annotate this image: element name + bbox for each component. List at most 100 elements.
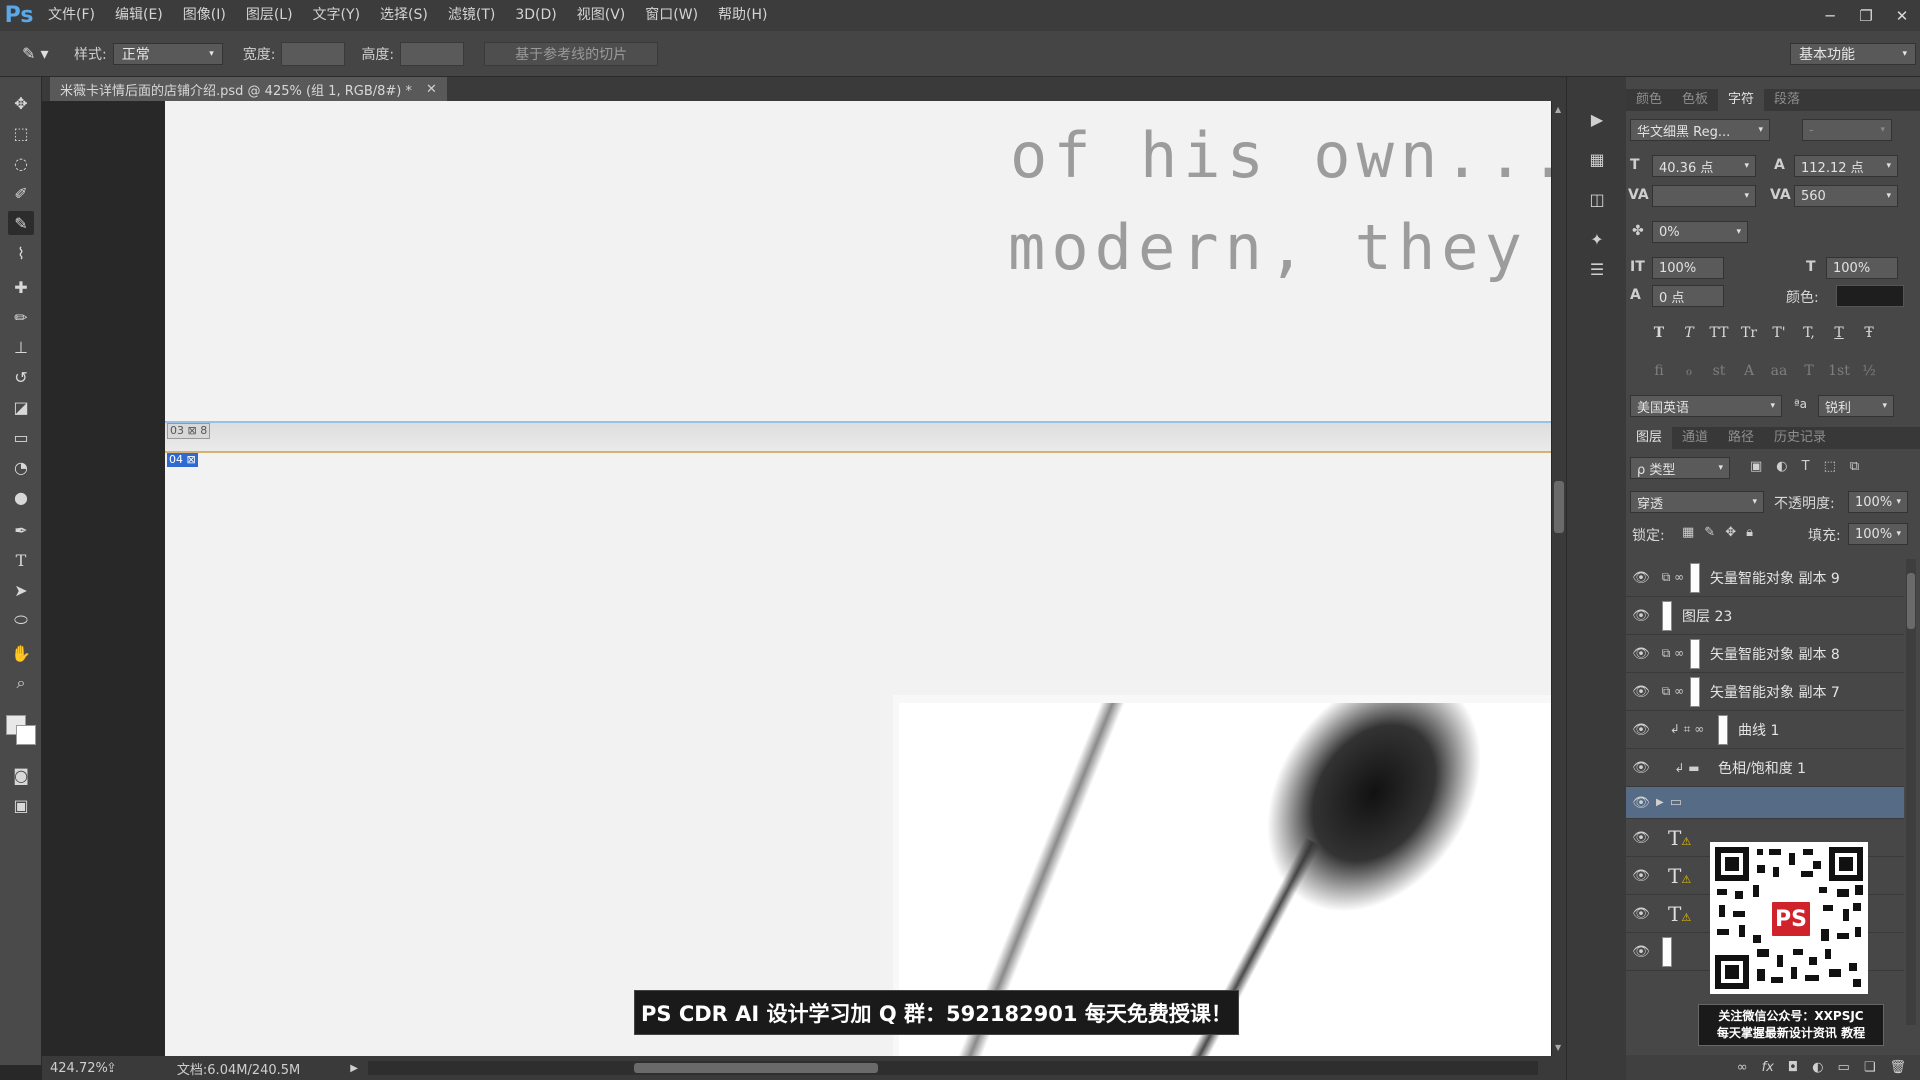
scroll-down-icon[interactable]: ▼ — [1555, 1043, 1561, 1052]
text-color-swatch[interactable] — [1836, 285, 1904, 307]
swash-button[interactable]: A — [1734, 363, 1764, 379]
scroll-up-icon[interactable]: ▲ — [1555, 105, 1561, 114]
new-group-icon[interactable]: ▭ — [1838, 1060, 1850, 1075]
eye-icon[interactable]: 👁︎ — [1626, 760, 1656, 776]
stamp-tool-icon[interactable]: ⊥ — [8, 335, 34, 359]
horizontal-scale-field[interactable]: 100% — [1826, 257, 1898, 279]
screen-mode-icon[interactable]: ▣ — [8, 793, 34, 817]
document-canvas[interactable]: of his own... modern, they 03 ⊠ 8 04 ⊠ — [165, 101, 1551, 1056]
tab-channels[interactable]: 通道 — [1672, 427, 1718, 449]
dodge-tool-icon[interactable]: ● — [8, 485, 34, 509]
opacity-field[interactable]: 100% ▾ — [1848, 491, 1908, 513]
filter-adjustment-icon[interactable]: ◐ — [1776, 459, 1787, 474]
quick-select-tool-icon[interactable]: ✐ — [8, 181, 34, 205]
fill-field[interactable]: 100% ▾ — [1848, 523, 1908, 545]
minimize-button[interactable]: ─ — [1812, 0, 1848, 31]
menu-help[interactable]: 帮助(H) — [708, 0, 777, 31]
height-input[interactable] — [400, 41, 465, 66]
ligatures-button[interactable]: fi — [1644, 363, 1674, 379]
font-family-select[interactable]: 华文细黑 Reg... ▾ — [1630, 119, 1770, 141]
titling-button[interactable]: T — [1794, 363, 1824, 379]
lock-transparency-icon[interactable]: ▦ — [1682, 525, 1694, 540]
menu-image[interactable]: 图像(I) — [173, 0, 236, 31]
menu-file[interactable]: 文件(F) — [38, 0, 105, 31]
link-layers-icon[interactable]: ∞ — [1737, 1060, 1748, 1075]
document-tab[interactable]: 米薇卡详情后面的店铺介绍.psd @ 425% (组 1, RGB/8#) * … — [50, 77, 447, 101]
color-swatches[interactable] — [4, 701, 40, 745]
blend-mode-select[interactable]: 穿透 ▾ — [1630, 491, 1764, 513]
contextual-alternates-button[interactable]: ℴ — [1674, 363, 1704, 379]
filter-type-icon[interactable]: T — [1802, 459, 1810, 474]
horizontal-scroll-thumb[interactable] — [634, 1063, 878, 1073]
filter-shape-icon[interactable]: ⬚ — [1824, 459, 1836, 474]
tab-swatches[interactable]: 色板 — [1672, 89, 1718, 111]
quick-mask-icon[interactable]: ◙ — [8, 763, 34, 787]
menu-layer[interactable]: 图层(L) — [236, 0, 303, 31]
layer-row[interactable]: 👁︎ ⧉ ∞ 矢量智能对象 副本 8 — [1626, 635, 1904, 673]
eye-icon[interactable]: 👁︎ — [1626, 906, 1656, 922]
layers-scrollbar[interactable] — [1906, 559, 1916, 1025]
zoom-tool-icon[interactable]: ⌕ — [8, 671, 34, 695]
menu-edit[interactable]: 编辑(E) — [105, 0, 173, 31]
close-icon[interactable]: ✕ — [426, 82, 437, 97]
delete-layer-icon[interactable]: 🗑︎ — [1889, 1060, 1906, 1075]
font-style-select[interactable]: - ▾ — [1802, 119, 1892, 141]
stylistic-alternates-button[interactable]: aa — [1764, 363, 1794, 379]
eye-icon[interactable]: 👁︎ — [1626, 646, 1656, 662]
gradient-tool-icon[interactable]: ▭ — [8, 425, 34, 449]
horizontal-scrollbar[interactable] — [368, 1061, 1538, 1075]
ordinals-button[interactable]: 1st — [1824, 363, 1854, 379]
layer-row[interactable]: 👁︎ ↲ ▬ 色相/饱和度 1 — [1626, 749, 1904, 787]
eye-icon[interactable]: 👁︎ — [1626, 722, 1656, 738]
play-icon[interactable]: ▶ — [1585, 107, 1609, 131]
tsume-field[interactable]: 0% ▾ — [1652, 221, 1748, 243]
export-icon[interactable]: ⇪ — [106, 1061, 117, 1076]
leading-field[interactable]: 112.12 点 ▾ — [1794, 155, 1898, 177]
layers-scroll-thumb[interactable] — [1907, 573, 1915, 629]
lock-all-icon[interactable]: 🔒︎ — [1746, 525, 1753, 540]
underline-button[interactable]: T — [1824, 325, 1854, 341]
vertical-scrollbar[interactable]: ▲ ▼ — [1552, 101, 1566, 1056]
antialias-select[interactable]: 锐利 ▾ — [1818, 395, 1894, 417]
path-select-tool-icon[interactable]: ➤ — [8, 578, 34, 602]
properties-icon[interactable]: ▦ — [1585, 147, 1609, 171]
tracking-field[interactable]: 560 ▾ — [1794, 185, 1898, 207]
status-menu-arrow-icon[interactable]: ▶ — [350, 1063, 358, 1074]
pen-tool-icon[interactable]: ✒ — [8, 518, 34, 542]
close-button[interactable]: ✕ — [1884, 0, 1920, 31]
tab-paragraph[interactable]: 段落 — [1764, 89, 1810, 111]
menu-window[interactable]: 窗口(W) — [635, 0, 708, 31]
eyedropper-tool-icon[interactable]: ⌇ — [8, 241, 34, 265]
tab-color[interactable]: 颜色 — [1626, 89, 1672, 111]
layer-row[interactable]: 👁︎ ↲ ⌗ ∞ 曲线 1 — [1626, 711, 1904, 749]
vertical-scroll-thumb[interactable] — [1554, 481, 1564, 533]
faux-bold-button[interactable]: T — [1644, 325, 1674, 341]
layer-row[interactable]: 👁︎ ▶ ▭ — [1626, 787, 1904, 819]
layer-style-icon[interactable]: fx — [1762, 1060, 1774, 1075]
tab-layers[interactable]: 图层 — [1626, 427, 1673, 449]
eye-icon[interactable]: 👁︎ — [1626, 868, 1656, 884]
hand-tool-icon[interactable]: ✋ — [8, 641, 34, 665]
eye-icon[interactable]: 👁︎ — [1626, 608, 1656, 624]
restore-button[interactable]: ❐ — [1848, 0, 1884, 31]
marquee-tool-icon[interactable]: ⬚ — [8, 121, 34, 145]
new-adjustment-icon[interactable]: ◐ — [1812, 1060, 1823, 1075]
blur-tool-icon[interactable]: ◔ — [8, 455, 34, 479]
tab-paths[interactable]: 路径 — [1718, 427, 1764, 449]
type-tool-icon[interactable]: T — [8, 548, 34, 572]
history-brush-icon[interactable]: ↺ — [8, 365, 34, 389]
language-select[interactable]: 美国英语 ▾ — [1630, 395, 1782, 417]
workspace-select[interactable]: 基本功能 ▾ — [1790, 43, 1916, 65]
lock-pixels-icon[interactable]: ✎ — [1704, 525, 1715, 540]
style-select[interactable]: 正常 ▾ — [112, 42, 223, 65]
layer-row[interactable]: 👁︎ ⧉ ∞ 矢量智能对象 副本 9 — [1626, 559, 1904, 597]
tab-character[interactable]: 字符 — [1718, 89, 1765, 111]
menu-filter[interactable]: 滤镜(T) — [438, 0, 505, 31]
superscript-button[interactable]: T' — [1764, 325, 1794, 341]
new-layer-icon[interactable]: ❏ — [1864, 1060, 1876, 1075]
eye-icon[interactable]: 👁︎ — [1626, 795, 1656, 811]
eye-icon[interactable]: 👁︎ — [1626, 830, 1656, 846]
all-caps-button[interactable]: TT — [1704, 325, 1734, 341]
filter-pixel-icon[interactable]: ▣ — [1750, 459, 1762, 474]
lock-position-icon[interactable]: ✥ — [1725, 525, 1736, 540]
